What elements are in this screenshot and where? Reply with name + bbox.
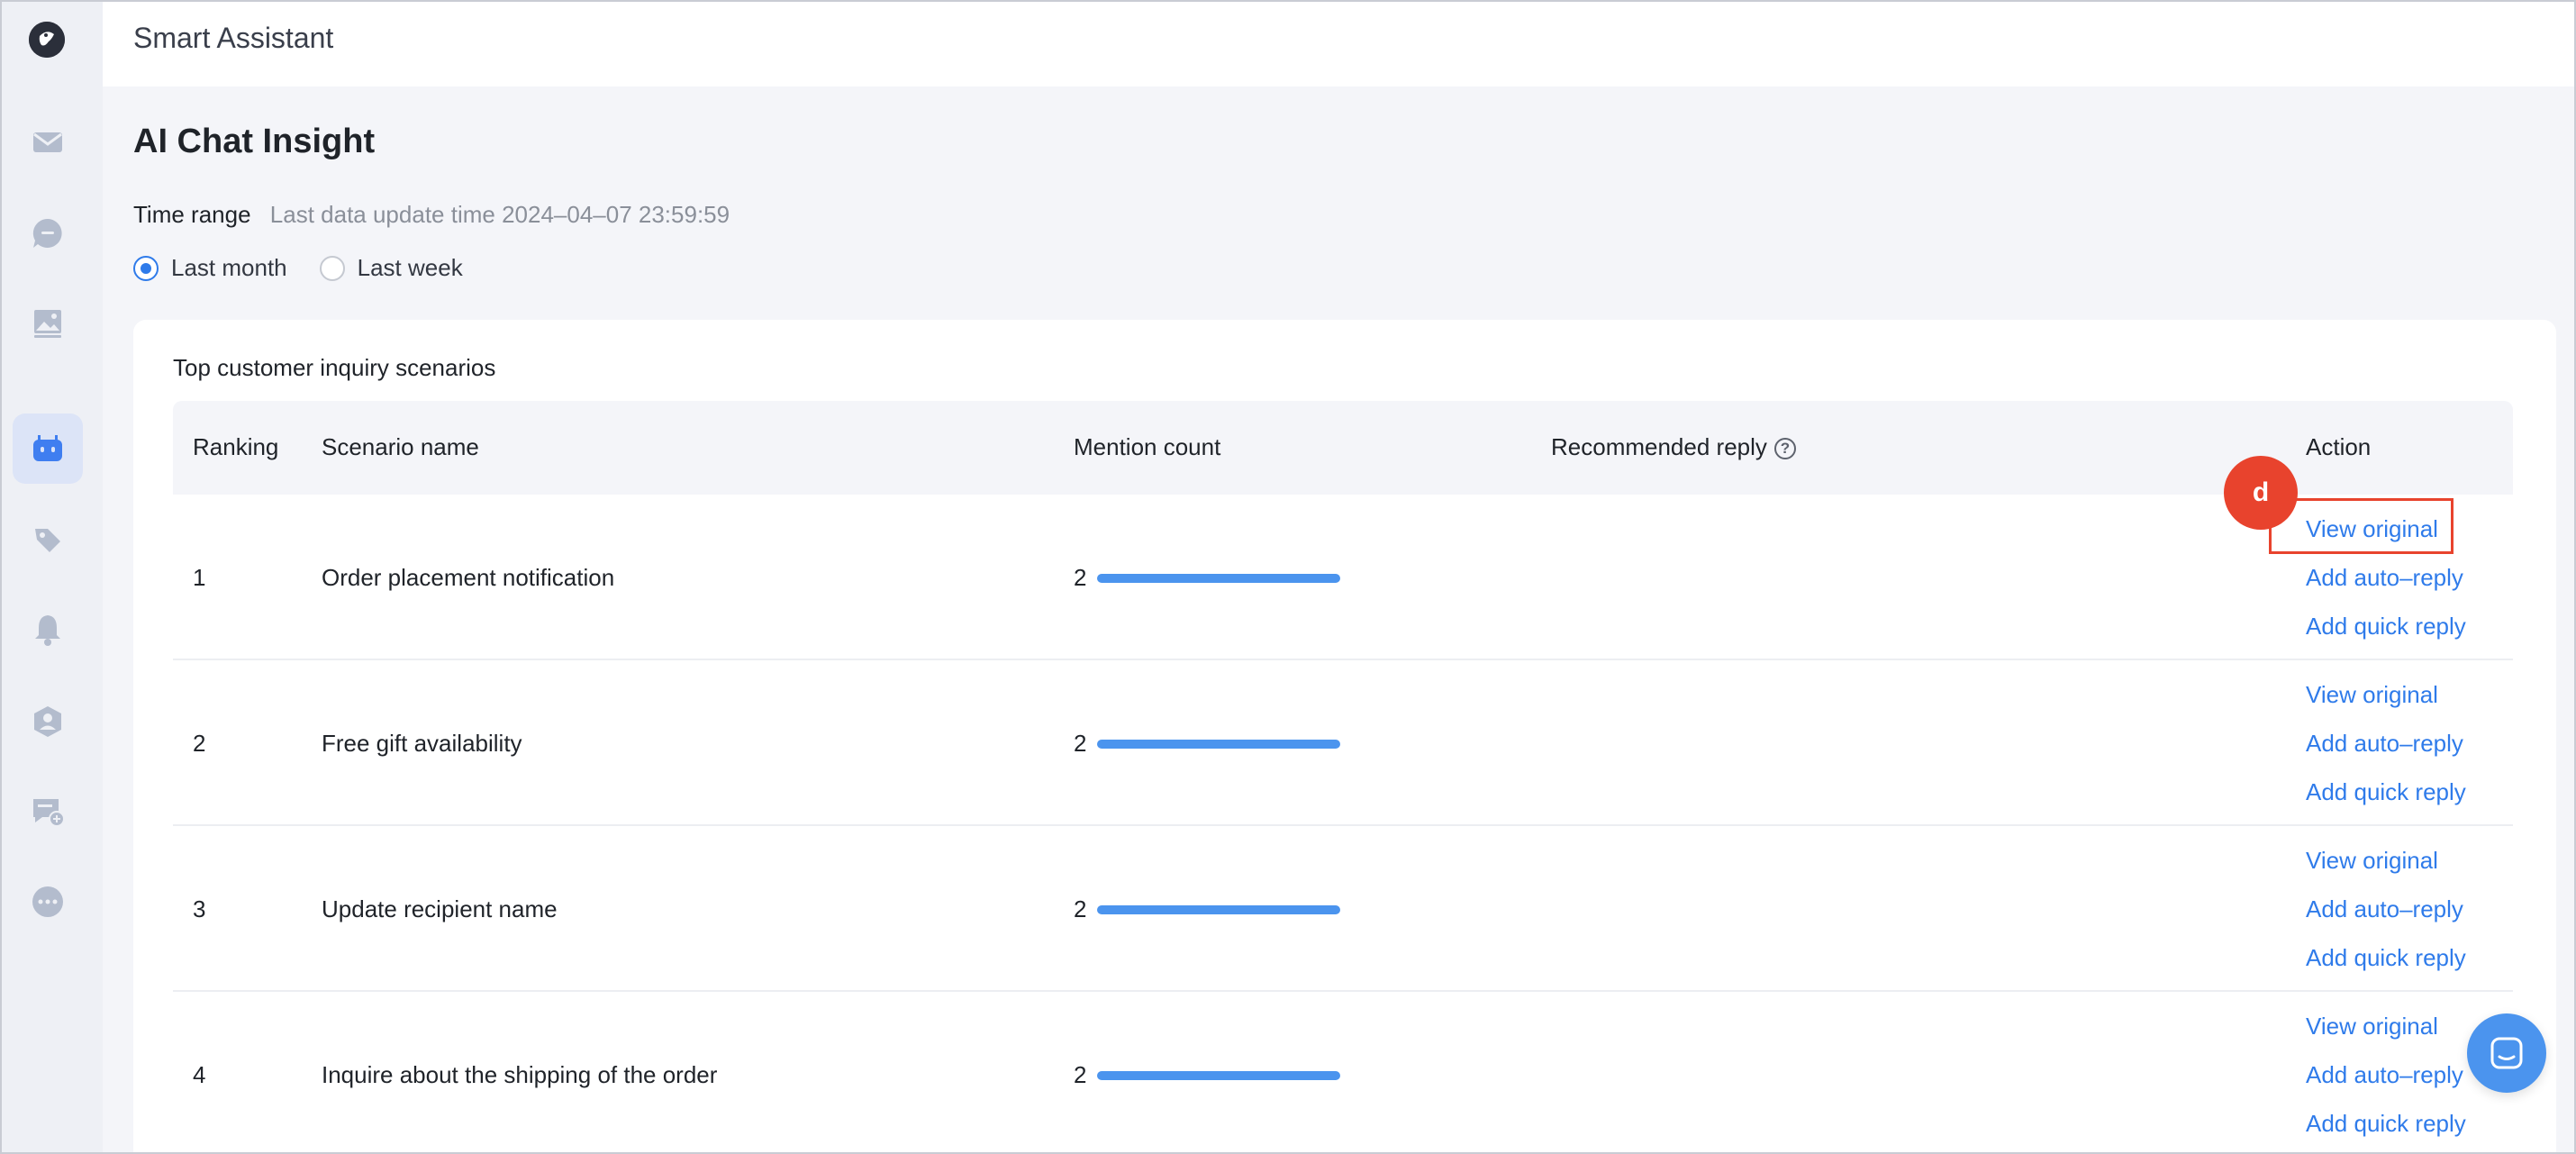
card-title: Top customer inquiry scenarios [173,354,496,381]
row-scenario-name: Order placement notification [322,564,615,591]
row-scenario-name: Update recipient name [322,895,558,922]
page-title: AI Chat Insight [133,123,376,160]
radio-unchecked-icon [319,255,345,281]
sidebar-item-more[interactable] [13,867,83,937]
table-header: Ranking Scenario name Mention count Reco… [173,401,2513,495]
tag-icon [35,529,60,552]
inquiry-scenarios-card: Top customer inquiry scenarios Ranking S… [133,320,2556,1152]
more-icon [32,886,63,917]
radio-last-month[interactable]: Last month [133,254,287,282]
last-update-text: Last data update time 2024–04–07 23:59:5… [269,201,730,228]
row-mention-count: 2 [1074,564,1341,592]
add-quick-reply-link[interactable]: Add quick reply [2306,776,2466,824]
add-auto-reply-link[interactable]: Add auto–reply [2306,561,2466,610]
mention-count-bar [1097,1070,1341,1080]
sidebar-item-chat-add[interactable] [13,777,83,847]
app-window: Smart Assistant AI Chat Insight Time ran… [0,0,2576,1154]
mention-count-value: 2 [1074,895,1087,922]
row-ranking: 1 [193,564,206,591]
view-original-link[interactable]: View original [2306,513,2466,561]
table-row: 2 Free gift availability 2 View original… [173,660,2513,826]
mention-count-value: 2 [1074,730,1087,757]
annotation-marker: d [2224,456,2298,530]
table-row: 4 Inquire about the shipping of the orde… [173,992,2513,1152]
column-header-action: Action [2306,433,2372,460]
row-mention-count: 2 [1074,895,1341,923]
view-original-link[interactable]: View original [2306,678,2466,727]
add-auto-reply-link[interactable]: Add auto–reply [2306,727,2466,776]
mail-icon [33,132,62,152]
row-actions: View original Add auto–reply Add quick r… [2306,678,2466,824]
mention-count-bar [1097,739,1341,749]
mention-count-value: 2 [1074,564,1087,591]
column-header-mention-count: Mention count [1074,433,1221,460]
image-icon [34,310,61,338]
table-row: 3 Update recipient name 2 View original … [173,826,2513,992]
row-scenario-name: Free gift availability [322,730,522,757]
column-header-recommended-reply: Recommended reply? [1551,433,1796,461]
radio-last-week[interactable]: Last week [319,254,463,282]
add-auto-reply-link[interactable]: Add auto–reply [2306,1059,2466,1107]
time-range-label: Time range [133,201,251,228]
bell-icon [35,615,60,646]
row-ranking: 3 [193,895,206,922]
mention-count-bar [1097,904,1341,914]
chat-window-icon [2490,1037,2523,1069]
row-mention-count: 2 [1074,1061,1341,1089]
sidebar-item-chat[interactable] [13,198,83,268]
sidebar-item-tags[interactable] [13,504,83,575]
floating-chat-button[interactable] [2467,1013,2546,1093]
top-header: Smart Assistant [103,2,2574,86]
radio-label: Last month [171,254,287,281]
sidebar [2,2,103,1152]
user-badge-icon [34,706,61,737]
scenarios-table: Ranking Scenario name Mention count Reco… [173,401,2513,1152]
add-auto-reply-link[interactable]: Add auto–reply [2306,893,2466,941]
view-original-link[interactable]: View original [2306,844,2466,893]
time-range-radio-group: Last month Last week [133,254,495,282]
radio-checked-icon [133,255,159,281]
robot-icon [33,435,62,461]
app-logo-icon[interactable] [29,22,65,58]
time-range-row: Time range Last data update time 2024–04… [133,201,730,229]
mention-count-value: 2 [1074,1061,1087,1088]
recommended-reply-label: Recommended reply [1551,433,1767,460]
sidebar-item-assistant[interactable] [13,413,83,484]
add-quick-reply-link[interactable]: Add quick reply [2306,941,2466,990]
help-icon[interactable]: ? [1773,438,1796,460]
mention-count-bar [1097,573,1341,583]
row-ranking: 2 [193,730,206,757]
chat-add-icon [33,799,65,827]
row-actions: View original Add auto–reply Add quick r… [2306,513,2466,659]
row-ranking: 4 [193,1061,206,1088]
row-scenario-name: Inquire about the shipping of the order [322,1061,718,1088]
row-mention-count: 2 [1074,730,1341,758]
row-actions: View original Add auto–reply Add quick r… [2306,1010,2466,1152]
sidebar-item-media[interactable] [13,288,83,359]
add-quick-reply-link[interactable]: Add quick reply [2306,1107,2466,1152]
sidebar-item-mail[interactable] [13,107,83,177]
radio-label: Last week [357,254,463,281]
sidebar-item-notifications[interactable] [13,595,83,665]
app-title: Smart Assistant [133,22,334,54]
view-original-link[interactable]: View original [2306,1010,2466,1059]
column-header-scenario: Scenario name [322,433,479,460]
column-header-ranking: Ranking [193,433,279,460]
row-actions: View original Add auto–reply Add quick r… [2306,844,2466,990]
chat-bubble-icon [32,218,62,248]
table-row: 1 Order placement notification 2 View or… [173,495,2513,660]
sidebar-item-agents[interactable] [13,686,83,757]
add-quick-reply-link[interactable]: Add quick reply [2306,610,2466,659]
